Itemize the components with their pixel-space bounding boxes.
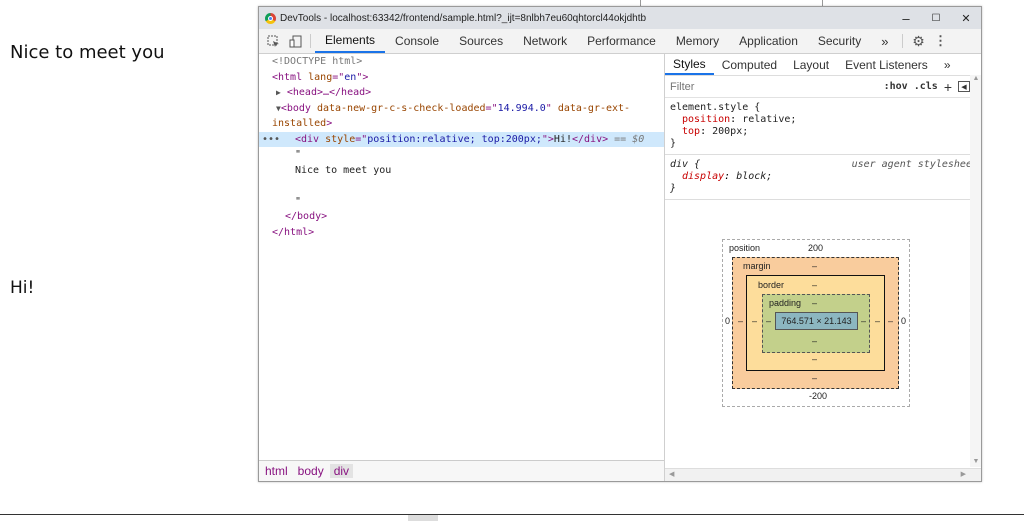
breadcrumb: html body div: [259, 460, 664, 481]
breadcrumb-div[interactable]: div: [329, 464, 354, 478]
tab-performance[interactable]: Performance: [577, 29, 666, 53]
padding-right-value[interactable]: –: [861, 316, 866, 326]
tab-network[interactable]: Network: [513, 29, 577, 53]
inspect-element-icon[interactable]: [262, 29, 284, 53]
tree-html-open[interactable]: <html lang="en">: [259, 70, 664, 86]
box-model-diagram: position 200 -200 0 0 margin – – – – bor…: [722, 239, 910, 407]
styles-filter-input[interactable]: [665, 79, 884, 94]
new-style-rule-icon[interactable]: +: [944, 79, 952, 95]
border-bottom-value[interactable]: –: [812, 354, 817, 364]
position-bottom-value[interactable]: -200: [809, 391, 827, 401]
devtools-toolbar: Elements Console Sources Network Perform…: [259, 29, 981, 54]
margin-label: margin: [743, 261, 771, 271]
hov-toggle-button[interactable]: :hov: [884, 81, 908, 92]
border-top-value[interactable]: –: [812, 280, 817, 290]
tree-body-open[interactable]: ▼<body data-new-gr-c-s-check-loaded="14.…: [259, 101, 664, 117]
border-left-value[interactable]: –: [752, 316, 757, 326]
margin-top-value[interactable]: –: [812, 261, 817, 271]
device-toolbar-icon[interactable]: [284, 29, 306, 53]
customize-menu-icon[interactable]: ⋮: [929, 29, 951, 53]
margin-right-value[interactable]: –: [888, 316, 893, 326]
border-label: border: [758, 280, 785, 290]
tab-security[interactable]: Security: [808, 29, 871, 53]
style-prop-row[interactable]: top: 200px;: [670, 126, 978, 138]
toolbar-separator: [902, 34, 904, 48]
breadcrumb-html[interactable]: html: [261, 464, 292, 478]
tree-quote-open: ": [295, 149, 302, 160]
styles-vertical-scrollbar[interactable]: ▲ ▼: [970, 75, 981, 467]
more-tabs-icon[interactable]: »: [871, 29, 898, 53]
padding-label: padding: [769, 298, 802, 308]
styles-filter-row: :hov .cls + ◀: [665, 76, 981, 98]
devtools-window: DevTools - localhost:63342/frontend/samp…: [258, 6, 982, 482]
tab-application[interactable]: Application: [729, 29, 808, 53]
tree-body-close[interactable]: </body>: [259, 209, 664, 225]
page-greeting-text: Nice to meet you: [10, 42, 165, 63]
div-ua-rule[interactable]: div { user agent stylesheet display: blo…: [665, 155, 981, 200]
tree-head[interactable]: ▶ <head>…</head>: [259, 85, 664, 101]
element-style-rule[interactable]: element.style { position: relative; top:…: [665, 98, 981, 155]
chrome-logo-icon: [265, 12, 276, 24]
position-left-value[interactable]: 0: [725, 316, 730, 326]
minimize-button[interactable]: –: [891, 11, 921, 26]
padding-top-value[interactable]: –: [812, 298, 817, 308]
close-button[interactable]: ✕: [951, 12, 981, 25]
toolbar-separator: [310, 34, 311, 48]
styles-subtabs: Styles Computed Layout Event Listeners »: [665, 54, 981, 76]
margin-left-value[interactable]: –: [738, 316, 743, 326]
tree-html-close[interactable]: </html>: [259, 225, 664, 241]
margin-bottom-value[interactable]: –: [812, 373, 817, 383]
page-hi-text: Hi!: [10, 278, 35, 298]
tab-console[interactable]: Console: [385, 29, 449, 53]
cls-toggle-button[interactable]: .cls: [914, 81, 938, 92]
subtab-computed[interactable]: Computed: [714, 54, 785, 75]
window-title: DevTools - localhost:63342/frontend/samp…: [280, 12, 647, 24]
more-subtabs-icon[interactable]: »: [936, 54, 959, 75]
padding-left-value[interactable]: –: [766, 316, 771, 326]
style-prop-row[interactable]: display: block;: [670, 171, 978, 183]
ua-stylesheet-label: user agent stylesheet: [851, 159, 978, 170]
window-titlebar[interactable]: DevTools - localhost:63342/frontend/samp…: [259, 7, 981, 29]
tree-div-selected[interactable]: ••• <div style="position:relative; top:2…: [259, 131, 664, 148]
subtab-event-listeners[interactable]: Event Listeners: [837, 54, 936, 75]
position-label: position: [729, 243, 761, 253]
tab-sources[interactable]: Sources: [449, 29, 513, 53]
border-right-value[interactable]: –: [875, 316, 880, 326]
subtab-layout[interactable]: Layout: [785, 54, 837, 75]
styles-horizontal-scrollbar[interactable]: ◀ ▶: [665, 468, 981, 481]
subtab-styles[interactable]: Styles: [665, 54, 714, 75]
style-prop-row[interactable]: position: relative;: [670, 114, 978, 126]
breadcrumb-body[interactable]: body: [294, 464, 328, 478]
tab-elements[interactable]: Elements: [315, 29, 386, 53]
tree-quote-close: ": [295, 195, 302, 207]
settings-gear-icon[interactable]: ⚙: [907, 29, 929, 53]
tab-memory[interactable]: Memory: [666, 29, 729, 53]
more-actions-icon[interactable]: •••: [262, 132, 280, 148]
expand-triangle-icon[interactable]: ▶: [276, 88, 281, 97]
tree-blank: [259, 178, 664, 194]
tree-body-open-wrap: installed>: [272, 118, 333, 129]
position-top-value[interactable]: 200: [808, 243, 823, 253]
tree-text-node[interactable]: Nice to meet you: [259, 163, 664, 179]
elements-tree: <!DOCTYPE html> <html lang="en"> ▶ <head…: [259, 54, 664, 460]
toggle-sidebar-icon[interactable]: ◀: [958, 81, 970, 92]
box-content[interactable]: 764.571 × 21.143: [775, 312, 858, 330]
maximize-button[interactable]: ☐: [921, 13, 951, 24]
padding-bottom-value[interactable]: –: [812, 336, 817, 346]
styles-panel: Styles Computed Layout Event Listeners »…: [664, 54, 981, 481]
position-right-value[interactable]: 0: [901, 316, 906, 326]
tree-doctype[interactable]: <!DOCTYPE html>: [259, 54, 664, 70]
